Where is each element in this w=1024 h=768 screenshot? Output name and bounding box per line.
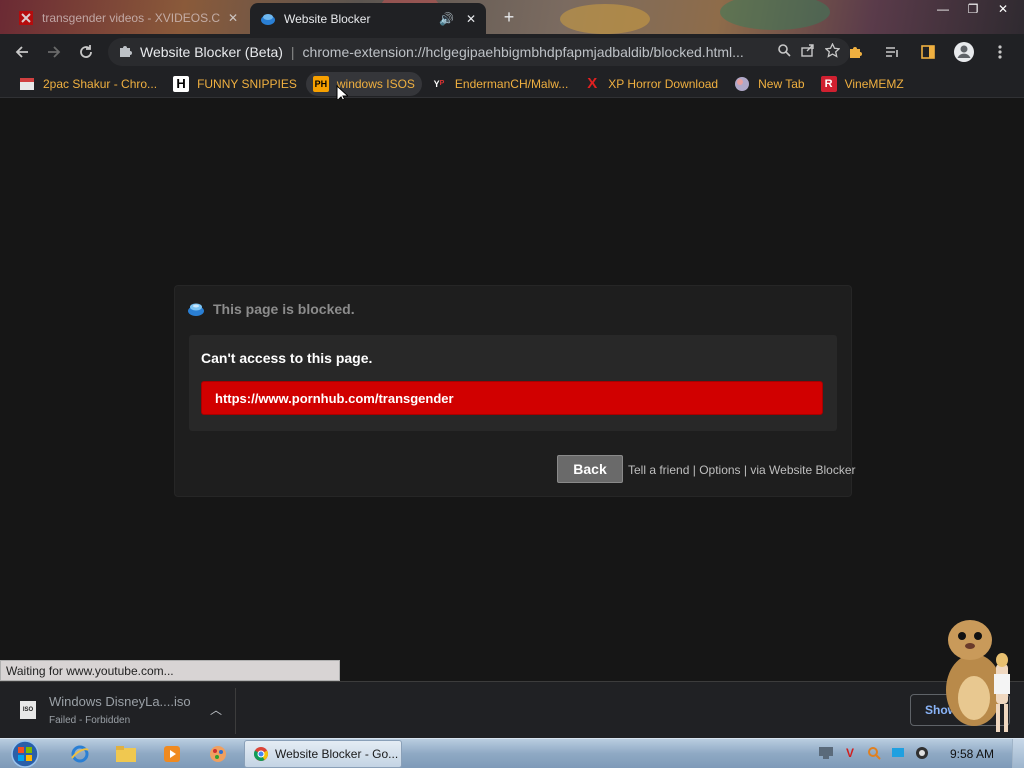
taskbar-chrome-window[interactable]: Website Blocker - Go...: [244, 740, 402, 768]
background-decoration: [560, 4, 650, 34]
profile-avatar-icon[interactable]: [948, 36, 980, 68]
bookmark-label: EndermanCH/Malw...: [454, 76, 569, 91]
start-button[interactable]: [8, 739, 44, 768]
minimize-icon[interactable]: —: [928, 0, 958, 18]
media-control-icon[interactable]: [876, 36, 908, 68]
taskbar-clock[interactable]: 9:58 AM: [950, 747, 994, 761]
bookmark-label: XP Horror Download: [608, 76, 719, 91]
bookmark-windows-isos[interactable]: PH windows ISOS: [305, 71, 422, 96]
tab-label: transgender videos - XVIDEOS.C: [42, 10, 221, 25]
bookmark-label: New Tab: [758, 76, 805, 91]
address-bar[interactable]: Website Blocker (Beta) | chrome-extensio…: [108, 38, 850, 66]
ph-logo-icon: PH: [312, 75, 329, 92]
omnibox-separator: |: [290, 44, 295, 60]
bookmark-endermanch[interactable]: YP EndermanCH/Malw...: [424, 72, 575, 96]
antivirus-v-icon[interactable]: V: [842, 745, 858, 761]
blocked-header: This page is blocked.: [213, 301, 355, 317]
bookmark-2pac[interactable]: 2pac Shakur - Chro...: [12, 72, 164, 96]
card-header: This page is blocked.: [187, 300, 355, 318]
browser-toolbar: Website Blocker (Beta) | chrome-extensio…: [0, 34, 1024, 70]
globe-icon: [734, 76, 750, 92]
tab-xvideos[interactable]: transgender videos - XVIDEOS.C ✕: [8, 3, 248, 32]
bookmark-label: VineMEMZ: [844, 76, 904, 91]
menu-dots-icon[interactable]: [984, 36, 1016, 68]
blocked-message-box: Can't access to this page. https://www.p…: [189, 335, 837, 431]
network-icon[interactable]: [818, 745, 834, 761]
download-filename: Windows DisneyLa....iso: [49, 694, 191, 709]
internet-explorer-icon[interactable]: [60, 742, 100, 766]
extension-puzzle-icon: [118, 44, 132, 61]
volume-icon[interactable]: [914, 745, 930, 761]
link-separator: |: [692, 463, 696, 477]
back-button[interactable]: Back: [557, 455, 623, 483]
x-logo-icon: X: [587, 75, 598, 92]
show-desktop-button[interactable]: [1012, 739, 1024, 768]
bookmarks-bar: 2pac Shakur - Chro... H FUNNY SNIPPIES P…: [0, 70, 1024, 98]
bookmark-label: 2pac Shakur - Chro...: [43, 76, 158, 91]
link-separator: |: [743, 463, 748, 477]
back-arrow-icon[interactable]: [6, 36, 38, 68]
window-controls: — ❐ ✕: [928, 0, 1018, 18]
tell-a-friend-link[interactable]: Tell a friend: [628, 463, 689, 477]
new-tab-button[interactable]: +: [498, 6, 520, 28]
chevron-up-icon[interactable]: ︿: [206, 700, 226, 720]
options-link[interactable]: Options: [699, 463, 740, 477]
h-logo-icon: H: [173, 75, 190, 92]
maximize-icon[interactable]: ❐: [958, 0, 988, 18]
website-blocker-logo-icon: [187, 300, 205, 318]
bookmark-label: windows ISOS: [336, 76, 415, 91]
website-blocker-favicon-icon: [260, 11, 276, 27]
bookmark-vinememz[interactable]: R VineMEMZ: [814, 72, 911, 96]
page-icon: [19, 76, 35, 92]
close-tab-icon[interactable]: ✕: [228, 11, 238, 25]
search-tray-icon[interactable]: [866, 745, 882, 761]
close-window-icon[interactable]: ✕: [988, 0, 1018, 18]
url-text: chrome-extension://hclgegipaehbigmbhdpfa…: [302, 44, 744, 60]
download-item[interactable]: ISO Windows DisneyLa....iso Failed - For…: [12, 688, 236, 734]
bookmark-label: FUNNY SNIPPIES: [197, 76, 297, 91]
monitor-icon[interactable]: [890, 745, 906, 761]
browser-titlebar: transgender videos - XVIDEOS.C ✕ Website…: [0, 0, 1024, 34]
reload-icon[interactable]: [70, 36, 102, 68]
tab-label: Website Blocker: [284, 11, 371, 26]
paint-icon[interactable]: [198, 742, 238, 766]
yt-logo-icon: YP: [430, 75, 447, 92]
tab-website-blocker[interactable]: Website Blocker 🔊 ✕: [250, 3, 486, 34]
cant-access-message: Can't access to this page.: [201, 350, 373, 366]
download-status: Failed - Forbidden: [49, 715, 131, 726]
file-explorer-icon[interactable]: [106, 742, 146, 766]
extensions-puzzle-icon[interactable]: [840, 36, 872, 68]
taskbar-task-label: Website Blocker - Go...: [275, 747, 399, 761]
media-player-icon[interactable]: [152, 742, 192, 766]
status-bubble: Waiting for www.youtube.com...: [0, 660, 340, 681]
omnibox-actions: [777, 42, 841, 61]
search-icon[interactable]: [777, 43, 791, 61]
background-decoration: [720, 0, 830, 30]
side-panel-icon[interactable]: [912, 36, 944, 68]
forward-arrow-icon[interactable]: [38, 36, 70, 68]
iso-file-icon: ISO: [20, 701, 36, 719]
speaker-icon[interactable]: 🔊: [439, 12, 454, 26]
download-shelf: ISO Windows DisneyLa....iso Failed - For…: [0, 681, 1024, 739]
desktop-mascot-image: [946, 620, 1010, 732]
blocked-card: This page is blocked. Can't access to th…: [174, 285, 856, 497]
x-favicon-icon: [18, 10, 34, 26]
blocked-page: This page is blocked. Can't access to th…: [0, 99, 1024, 681]
blocked-url: https://www.pornhub.com/transgender: [201, 381, 823, 415]
share-icon[interactable]: [801, 43, 815, 61]
star-bookmark-icon[interactable]: [824, 42, 841, 61]
system-tray: V: [818, 745, 930, 761]
bookmark-new-tab[interactable]: New Tab: [727, 72, 811, 96]
windows-taskbar: Website Blocker - Go... V 9:58 AM: [0, 738, 1024, 768]
site-name: Website Blocker (Beta): [140, 44, 283, 60]
bookmark-xp-horror[interactable]: X XP Horror Download: [577, 72, 725, 96]
toolbar-right: [840, 36, 1016, 68]
bookmark-funny-snippies[interactable]: H FUNNY SNIPPIES: [166, 72, 304, 96]
close-tab-icon[interactable]: ✕: [466, 12, 476, 26]
via-website-blocker-link[interactable]: via Website Blocker: [750, 463, 855, 477]
r-logo-icon: R: [820, 75, 837, 92]
footer-links: Tell a friend | Options | via Website Bl…: [628, 463, 856, 477]
chrome-icon: [253, 746, 269, 762]
